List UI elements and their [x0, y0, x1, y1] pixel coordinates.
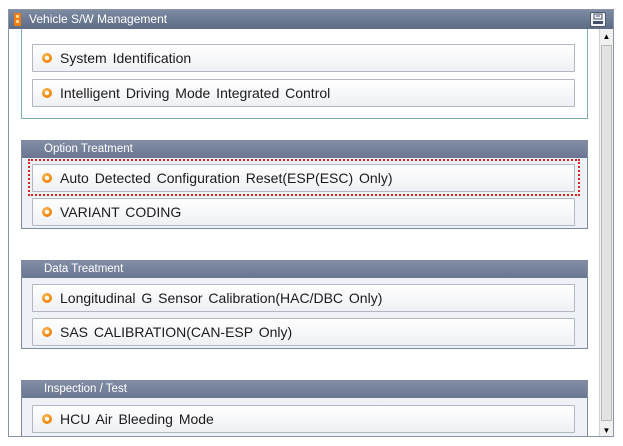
data-treatment-group: Data Treatment Longitudinal G Sensor Cal… [21, 260, 588, 349]
auto-detected-configuration-reset-button[interactable]: Auto Detected Configuration Reset(ESP(ES… [32, 164, 575, 192]
bullet-icon [42, 88, 52, 98]
menu-item-label: SAS CALIBRATION(CAN-ESP Only) [60, 324, 293, 340]
scroll-down-button[interactable]: ▼ [600, 424, 613, 436]
menu-item-label: VARIANT CODING [60, 204, 182, 220]
vehicle-sw-management-window: Vehicle S/W Management System Identifica… [8, 9, 614, 437]
group-header: Inspection / Test [22, 381, 587, 398]
menu-item-label: Auto Detected Configuration Reset(ESP(ES… [60, 170, 393, 186]
system-identification-button[interactable]: System Identification [32, 44, 575, 72]
bullet-icon [42, 414, 52, 424]
app-icon [14, 13, 21, 26]
scroll-thumb[interactable] [601, 45, 612, 421]
sas-calibration-button[interactable]: SAS CALIBRATION(CAN-ESP Only) [32, 318, 575, 346]
menu-content: System Identification Intelligent Drivin… [9, 29, 599, 436]
scroll-up-button[interactable]: ▲ [600, 30, 613, 43]
window-title: Vehicle S/W Management [29, 12, 168, 26]
bullet-icon [42, 293, 52, 303]
window-titlebar: Vehicle S/W Management [9, 10, 613, 29]
hcu-air-bleeding-mode-button[interactable]: HCU Air Bleeding Mode [32, 405, 575, 433]
exit-icon [593, 13, 603, 24]
option-treatment-group: Option Treatment Auto Detected Configura… [21, 140, 588, 229]
bullet-icon [42, 53, 52, 63]
variant-coding-button[interactable]: VARIANT CODING [32, 198, 575, 226]
intelligent-driving-mode-button[interactable]: Intelligent Driving Mode Integrated Cont… [32, 79, 575, 107]
bullet-icon [42, 173, 52, 183]
top-menu-group: System Identification Intelligent Drivin… [21, 29, 588, 119]
group-header: Data Treatment [22, 261, 587, 278]
exit-button[interactable] [590, 12, 606, 27]
bullet-icon [42, 207, 52, 217]
longitudinal-g-sensor-calibration-button[interactable]: Longitudinal G Sensor Calibration(HAC/DB… [32, 284, 575, 312]
menu-item-label: Longitudinal G Sensor Calibration(HAC/DB… [60, 290, 383, 306]
menu-item-label: System Identification [60, 50, 192, 66]
inspection-test-group: Inspection / Test HCU Air Bleeding Mode [21, 380, 588, 436]
menu-item-label: HCU Air Bleeding Mode [60, 411, 214, 427]
menu-item-label: Intelligent Driving Mode Integrated Cont… [60, 85, 331, 101]
vertical-scrollbar[interactable]: ▲ ▼ [599, 29, 613, 436]
group-header: Option Treatment [22, 141, 587, 158]
bullet-icon [42, 327, 52, 337]
